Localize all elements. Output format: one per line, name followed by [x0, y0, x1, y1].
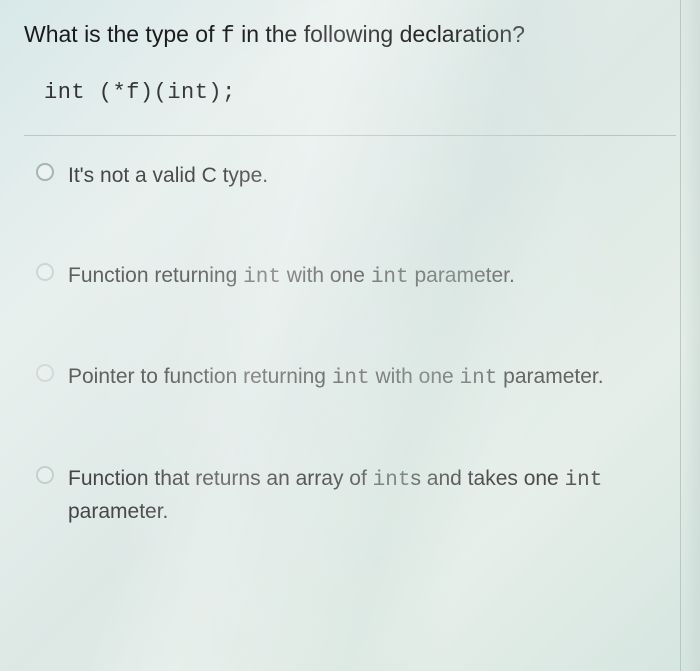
option-2[interactable]: Function returning int with one int para… — [24, 260, 676, 294]
radio-icon[interactable] — [36, 263, 54, 281]
code-declaration: int (*f)(int); — [24, 72, 676, 135]
radio-icon[interactable] — [36, 364, 54, 382]
options-list: It's not a valid C type. Function return… — [24, 136, 676, 528]
quiz-card: What is the type of f in the following d… — [0, 0, 700, 546]
option-3-text: Pointer to function returning int with o… — [68, 361, 604, 395]
option-1-text: It's not a valid C type. — [68, 160, 268, 192]
radio-icon[interactable] — [36, 163, 54, 181]
screen-edge — [680, 0, 700, 671]
option-3[interactable]: Pointer to function returning int with o… — [24, 361, 676, 395]
option-4-text: Function that returns an array of ints a… — [68, 463, 664, 528]
radio-icon[interactable] — [36, 466, 54, 484]
question-variable: f — [221, 23, 235, 49]
option-1[interactable]: It's not a valid C type. — [24, 160, 676, 192]
question-prompt: What is the type of f in the following d… — [24, 18, 676, 52]
option-2-text: Function returning int with one int para… — [68, 260, 515, 294]
question-prefix: What is the type of — [24, 21, 221, 47]
option-4[interactable]: Function that returns an array of ints a… — [24, 463, 676, 528]
question-suffix: in the following declaration? — [235, 21, 525, 47]
